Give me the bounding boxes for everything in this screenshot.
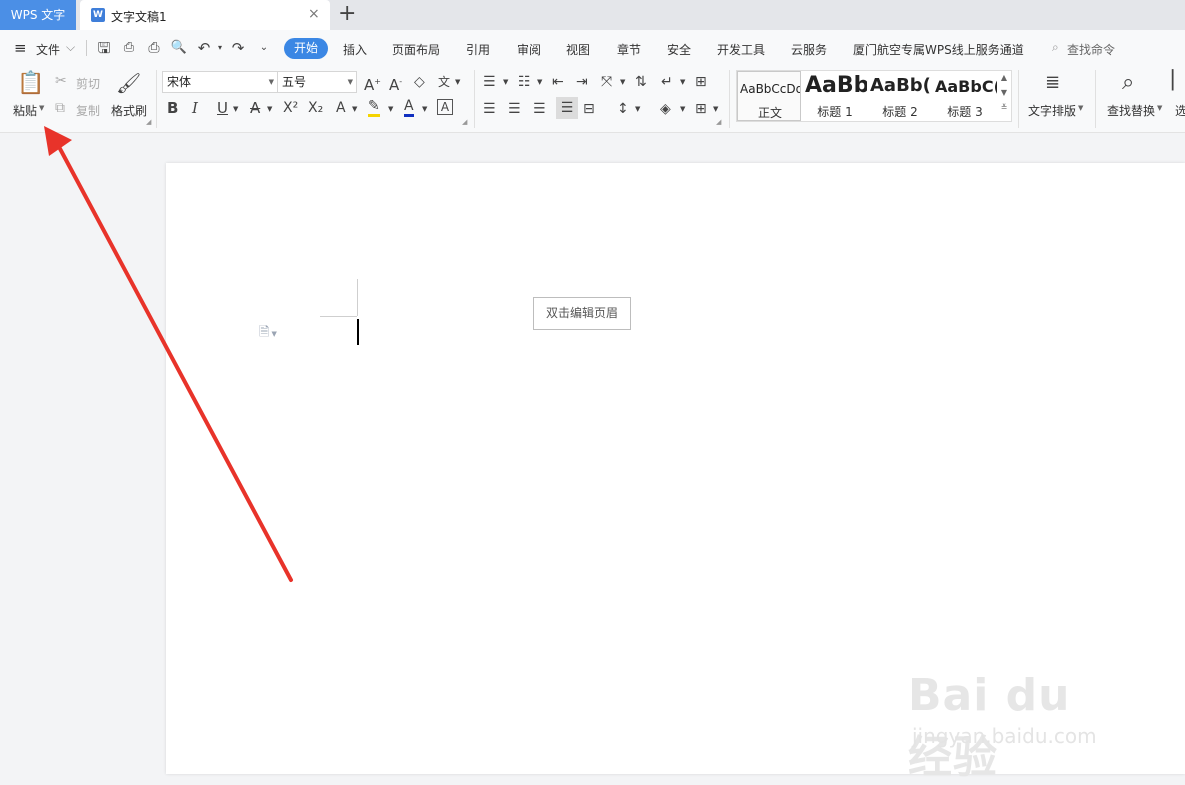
- annotation-arrow-head: [44, 126, 72, 156]
- annotation-arrow: [44, 126, 293, 582]
- annotation-arrow-shaft: [56, 143, 293, 582]
